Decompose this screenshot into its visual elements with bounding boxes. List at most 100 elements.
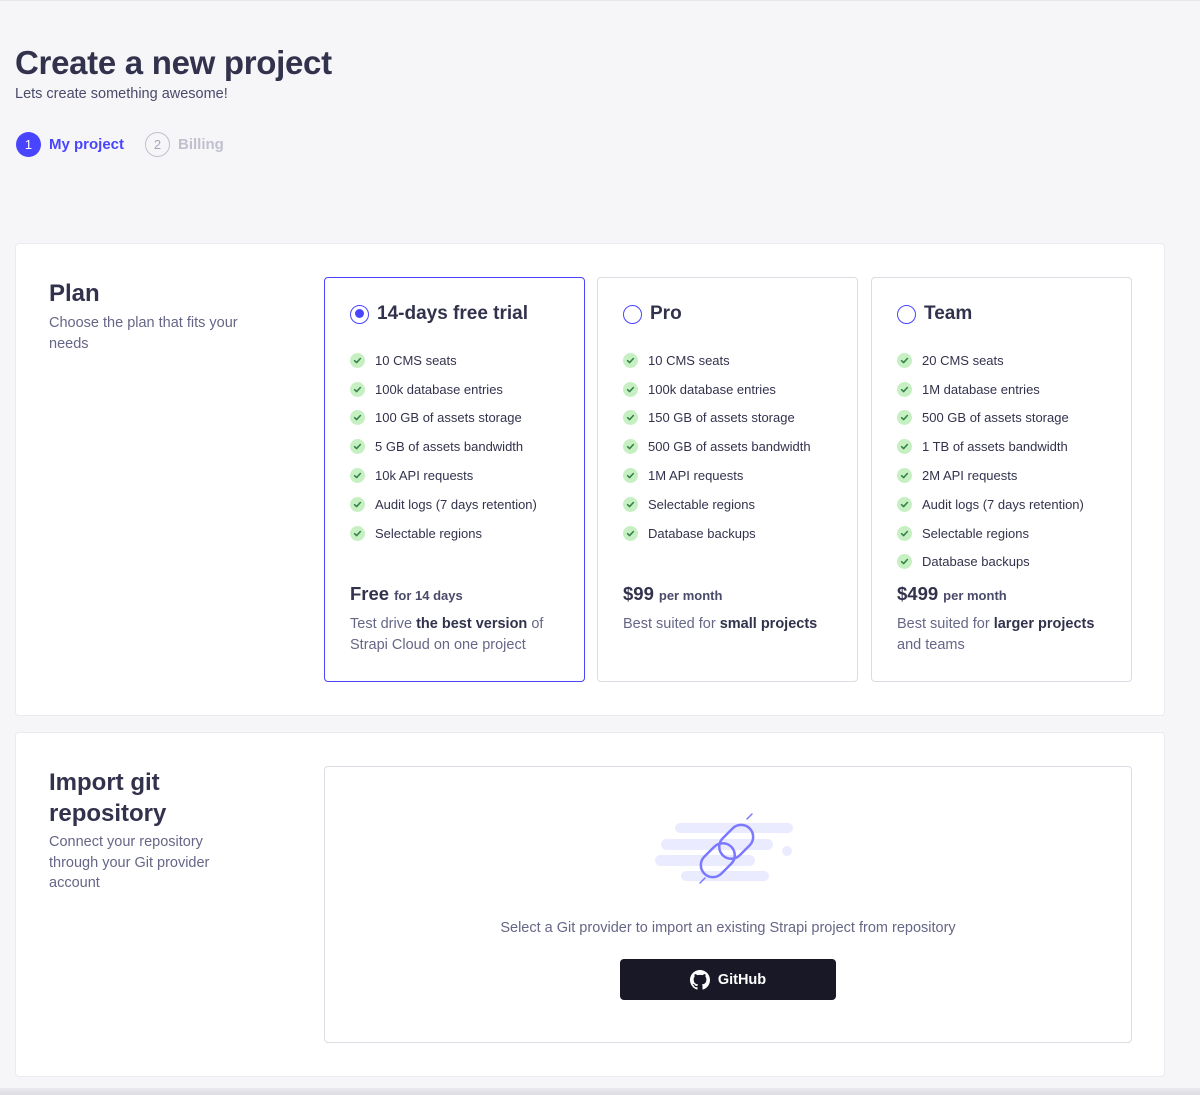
feature-text: 150 GB of assets storage <box>648 410 795 426</box>
check-icon <box>897 496 912 512</box>
window-top-edge <box>0 0 1200 1</box>
plan-price: $499 <box>897 583 939 604</box>
step-billing[interactable]: 2 Billing <box>145 132 224 157</box>
plan-features: 10 CMS seats 100k database entries 150 G… <box>623 346 811 548</box>
plan-feature: 100k database entries <box>623 375 811 404</box>
window-bottom-edge <box>0 1088 1200 1095</box>
plan-feature: Selectable regions <box>897 519 1084 548</box>
check-icon <box>623 352 638 368</box>
step-my-project[interactable]: 1 My project <box>16 132 124 157</box>
plan-card-team[interactable]: Team 20 CMS seats 1M database entries 50… <box>871 277 1132 682</box>
step-label: My project <box>49 136 125 153</box>
plan-feature: Audit logs (7 days retention) <box>350 490 537 519</box>
plan-price-line: $99 per month <box>623 583 722 605</box>
plan-feature: Audit logs (7 days retention) <box>897 490 1084 519</box>
desc-emphasis: small projects <box>719 616 818 632</box>
git-section-title: Import git repository <box>49 769 167 827</box>
plan-description: Best suited for small projects <box>623 614 838 635</box>
plan-card-pro[interactable]: Pro 10 CMS seats 100k database entries 1… <box>597 277 858 682</box>
feature-text: 1M database entries <box>922 381 1040 397</box>
step-label: Billing <box>178 136 224 153</box>
plan-card-header: Team <box>897 303 972 325</box>
check-icon <box>623 496 638 512</box>
plan-price-line: Free for 14 days <box>350 583 463 605</box>
plan-feature: 100 GB of assets storage <box>350 404 537 433</box>
plan-section-description: Choose the plan that fits your needs <box>49 315 238 352</box>
desc-emphasis: the best version <box>416 616 528 632</box>
check-icon <box>350 381 365 397</box>
check-icon <box>623 381 638 397</box>
desc-text: Best suited for <box>623 616 720 632</box>
check-icon <box>350 525 365 541</box>
feature-text: 2M API requests <box>922 468 1018 484</box>
stepper: 1 My project 2 Billing <box>16 132 245 157</box>
feature-text: 10k API requests <box>375 468 474 484</box>
feature-text: 500 GB of assets storage <box>922 410 1069 426</box>
plan-feature: 10k API requests <box>350 461 537 490</box>
plan-price-unit: for 14 days <box>394 588 463 603</box>
check-icon <box>897 352 912 368</box>
plan-card-header: Pro <box>623 303 682 325</box>
feature-text: Audit logs (7 days retention) <box>922 496 1084 512</box>
plan-price: Free <box>350 583 390 604</box>
plan-feature: 1M API requests <box>623 461 811 490</box>
plan-feature: 100k database entries <box>350 375 537 404</box>
plan-feature: Database backups <box>897 548 1084 577</box>
plan-card-free-trial[interactable]: 14-days free trial 10 CMS seats 100k dat… <box>324 277 585 682</box>
plan-price: $99 <box>623 583 654 604</box>
plan-features: 10 CMS seats 100k database entries 100 G… <box>350 346 537 548</box>
plan-radio[interactable] <box>623 304 642 324</box>
plan-price-unit: per month <box>658 588 723 603</box>
feature-text: 20 CMS seats <box>922 352 1004 368</box>
step-number: 1 <box>16 132 41 157</box>
check-icon <box>897 439 912 455</box>
step-number: 2 <box>145 132 171 157</box>
plan-features: 20 CMS seats 1M database entries 500 GB … <box>897 346 1084 576</box>
import-git-section: Import git repository Connect your repos… <box>15 732 1165 1077</box>
check-icon <box>897 468 912 484</box>
plan-feature: 10 CMS seats <box>623 346 811 375</box>
feature-text: Audit logs (7 days retention) <box>375 496 537 512</box>
plan-description: Test drive the best version of Strapi Cl… <box>350 614 565 655</box>
check-icon <box>897 381 912 397</box>
check-icon <box>350 468 365 484</box>
plan-feature: 1 TB of assets bandwidth <box>897 432 1084 461</box>
check-icon <box>623 439 638 455</box>
check-icon <box>350 410 365 426</box>
plan-feature: 2M API requests <box>897 461 1084 490</box>
plan-feature: 500 GB of assets storage <box>897 404 1084 433</box>
plan-name: Team <box>924 303 973 324</box>
check-icon <box>897 554 912 570</box>
feature-text: Database backups <box>648 525 756 541</box>
github-icon <box>689 969 710 990</box>
plan-price-line: $499 per month <box>897 583 1007 605</box>
plan-feature: Selectable regions <box>623 490 811 519</box>
feature-text: 10 CMS seats <box>648 352 730 368</box>
plan-feature: 5 GB of assets bandwidth <box>350 432 537 461</box>
plan-feature: Database backups <box>623 519 811 548</box>
plan-section: Plan Choose the plan that fits your need… <box>15 243 1165 716</box>
check-icon <box>623 410 638 426</box>
github-button[interactable]: GitHub <box>620 959 836 1000</box>
plan-card-header: 14-days free trial <box>350 303 528 325</box>
feature-text: 500 GB of assets bandwidth <box>648 439 811 455</box>
check-icon <box>623 525 638 541</box>
check-icon <box>350 496 365 512</box>
feature-text: 10 CMS seats <box>375 352 457 368</box>
plan-radio[interactable] <box>350 304 369 324</box>
plan-feature: 500 GB of assets bandwidth <box>623 432 811 461</box>
plan-name: 14-days free trial <box>377 303 529 324</box>
check-icon <box>897 410 912 426</box>
page-subtitle: Lets create something awesome! <box>15 86 228 102</box>
plan-section-title: Plan <box>49 280 100 307</box>
feature-text: 1M API requests <box>648 468 744 484</box>
feature-text: Selectable regions <box>375 525 482 541</box>
check-icon <box>350 352 365 368</box>
plan-feature: Selectable regions <box>350 519 537 548</box>
feature-text: Database backups <box>922 554 1030 570</box>
plan-radio[interactable] <box>897 304 916 324</box>
check-icon <box>623 468 638 484</box>
plan-feature: 10 CMS seats <box>350 346 537 375</box>
check-icon <box>897 525 912 541</box>
git-section-description: Connect your repository through your Git… <box>49 834 210 891</box>
